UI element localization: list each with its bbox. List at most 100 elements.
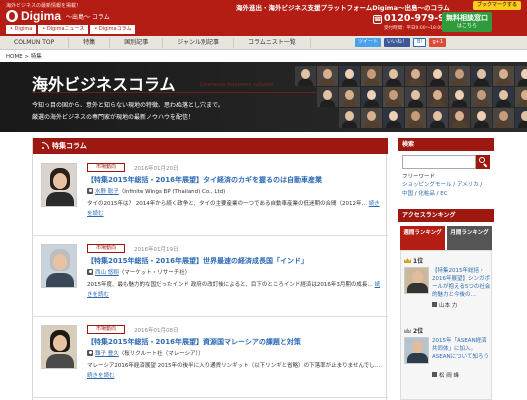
- rank-2-title[interactable]: 2015年「ASEAN経済共同体」に加入。ASEANについて知ろう: [432, 337, 492, 361]
- rank-1-photo[interactable]: [404, 267, 429, 294]
- site-tagline: 海外ビジネスの最新情報を掲載！: [6, 3, 82, 9]
- columnist-portrait: [295, 108, 316, 128]
- search-box: [402, 155, 490, 169]
- columnist-portrait: [471, 108, 492, 128]
- article-author: 難子 豊久（桜リクルート社（マレーシア））: [95, 349, 204, 357]
- keyword-link[interactable]: EC: [440, 191, 447, 197]
- columnist-portrait: [449, 66, 470, 86]
- main-nav: COLMUN TOP 特集 国別記事 ジャンル別記事 コラムニスト一覧 ツイート…: [0, 36, 527, 50]
- facebook-like-button[interactable]: いいね！: [384, 38, 411, 47]
- columnist-portrait: [493, 108, 514, 128]
- tab-weekly-ranking[interactable]: 週間ランキング: [400, 226, 445, 250]
- author-photo[interactable]: [41, 244, 77, 288]
- rank-2-label: 2位: [404, 326, 423, 335]
- keyword-link[interactable]: ショッピングモール: [402, 182, 452, 188]
- category-badge[interactable]: 市場動向: [87, 244, 125, 253]
- hero-script-text: Overseas business column: [200, 82, 274, 88]
- site-logo[interactable]: Digima 〜出島〜 コラム: [6, 9, 110, 23]
- hatena-bookmark-button[interactable]: B!: [413, 38, 427, 47]
- columnist-portrait: [317, 108, 338, 128]
- tweet-button[interactable]: ツイート: [355, 38, 382, 47]
- search-header: 検索: [398, 138, 494, 151]
- logo-subtitle: 〜出島〜 コラム: [66, 13, 110, 21]
- author-photo[interactable]: [41, 163, 77, 207]
- search-input[interactable]: [402, 155, 476, 169]
- consult-label: 無料相談窓口: [446, 14, 488, 22]
- article-item: 市場動向 2016年01月20日 【特集2015年総括・2016年展望】タイ経済…: [33, 155, 388, 236]
- person-icon: [87, 269, 93, 275]
- free-consult-button[interactable]: 無料相談窓口 はこちら: [442, 12, 492, 32]
- columnist-portrait: [405, 87, 426, 107]
- columnist-portrait: [339, 108, 360, 128]
- excerpt-text: 2015年度、最も魅力的な国だったインド 政府の改訂後によると、目下のところイン…: [87, 282, 373, 288]
- search-button[interactable]: [476, 155, 490, 169]
- nav-by-country[interactable]: 国別記事: [110, 37, 164, 48]
- category-badge[interactable]: 市場動向: [87, 325, 125, 334]
- columnist-portrait: [515, 108, 527, 128]
- rss-icon: [42, 142, 49, 149]
- phone-hours: 受付時間：平日9:00〜18:00: [384, 26, 444, 31]
- ranking-tabs: 週間ランキング 月間ランキング: [400, 226, 492, 250]
- columnist-portrait: [515, 66, 527, 86]
- columnist-portrait-grid: [295, 66, 527, 128]
- article-author: 水野 聡子（Infinite Wings BP (Thailand) Co., …: [95, 187, 225, 195]
- columnist-portrait: [361, 87, 382, 107]
- freeword-label: フリーワード: [402, 174, 436, 180]
- columnist-portrait: [427, 66, 448, 86]
- header-headline: 海外進出・海外ビジネス支援プラットフォームDigima〜出島〜のコラム: [236, 4, 450, 12]
- columnist-portrait: [405, 108, 426, 128]
- article-author: 西山 悠翔（マーケット・リサーチ社）: [95, 268, 190, 276]
- tab-digima-column[interactable]: • Digimaコラム: [90, 25, 136, 34]
- excerpt-text: マレーシア2016年経済展望 2015年の後半に入り通貨リンギット（以下リンギと…: [87, 363, 381, 369]
- columnist-portrait: [383, 87, 404, 107]
- article-title[interactable]: 【特集2015年総括・2016年展望】タイ経済のカギを握るのは自動車産業: [87, 175, 382, 185]
- columnist-portrait: [427, 87, 448, 107]
- keyword-link[interactable]: 中国: [402, 191, 413, 197]
- breadcrumb[interactable]: HOME > 特集: [6, 52, 42, 60]
- hero-divider: [32, 92, 322, 93]
- columnist-portrait: [449, 108, 470, 128]
- keyword-link[interactable]: 化粧品: [418, 191, 435, 197]
- phone-contact: ☎ 0120-979-938 受付時間：平日9:00〜18:00: [373, 13, 458, 32]
- columnist-portrait: [471, 87, 492, 107]
- sidebar: 検索 フリーワード ショッピングモール / アメリカ / 中国 / 化粧品 / …: [398, 138, 494, 400]
- article-title[interactable]: 【特集2015年総括・2016年展望】世界最速の経済成長国「インド」: [87, 256, 382, 266]
- bookmark-button[interactable]: ブックマークする: [473, 1, 521, 10]
- columnist-portrait: [427, 108, 448, 128]
- globe-icon: [6, 10, 18, 22]
- rank-2-photo[interactable]: [404, 337, 429, 364]
- tab-digima-news[interactable]: • Digimaニュース: [38, 25, 89, 34]
- rank-1-author: 山本 力: [432, 301, 457, 309]
- article-title[interactable]: 【特集2015年総括・2016年展望】資源国マレーシアの課題と対策: [87, 337, 382, 347]
- columnist-portrait: [405, 66, 426, 86]
- person-icon: [87, 350, 93, 356]
- article-date: 2016年01月08日: [134, 328, 179, 334]
- nav-column-top[interactable]: COLMUN TOP: [0, 37, 70, 48]
- section-title: 特集コラム: [52, 142, 87, 150]
- nav-by-genre[interactable]: ジャンル別記事: [163, 37, 234, 48]
- category-badge[interactable]: 市場動向: [87, 163, 125, 172]
- columnist-portrait: [515, 87, 527, 107]
- author-link[interactable]: 水野 聡子: [95, 189, 119, 195]
- rank-1-label: 1位: [404, 256, 423, 265]
- nav-features[interactable]: 特集: [69, 37, 111, 48]
- google-plus-button[interactable]: g+1: [429, 38, 447, 47]
- read-more-link[interactable]: 続きを読む: [87, 373, 115, 379]
- article-item: 市場動向 2016年01月08日 【特集2015年総括・2016年展望】資源国マ…: [33, 317, 388, 398]
- hero-banner: 海外ビジネスコラム Overseas business column 今知っ目の…: [0, 62, 527, 132]
- columnist-portrait: [361, 108, 382, 128]
- tab-monthly-ranking[interactable]: 月間ランキング: [447, 226, 492, 250]
- share-buttons: ツイート いいね！ B! g+1: [355, 38, 447, 47]
- author-photo[interactable]: [41, 325, 77, 369]
- author-link[interactable]: 西山 悠翔: [95, 270, 119, 276]
- keyword-link[interactable]: アメリカ: [457, 182, 479, 188]
- nav-columnists[interactable]: コラムニスト一覧: [234, 37, 311, 48]
- columnist-portrait: [339, 87, 360, 107]
- author-link[interactable]: 難子 豊久: [95, 351, 119, 357]
- rank-2-author: 松 岡 峰: [432, 371, 459, 379]
- author-org: （マーケット・リサーチ社）: [118, 270, 191, 276]
- rank-1-title[interactable]: 【特集2015年総括・2016年展望】シンガポールが抱える5つの社会的魅力と今後…: [432, 267, 492, 299]
- hero-description-2: 厳選の海外ビジネスの専門家が現地の最新ノウハウを配信！: [32, 114, 195, 121]
- phone-icon: ☎: [373, 15, 382, 24]
- tab-digima[interactable]: • Digima: [6, 25, 37, 34]
